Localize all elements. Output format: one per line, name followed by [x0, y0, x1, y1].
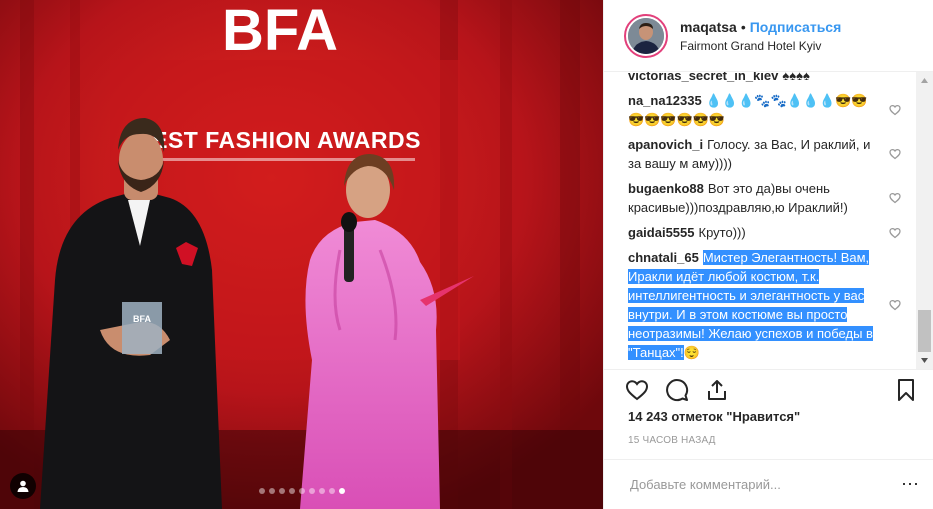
comment-like-heart-icon[interactable]: [889, 227, 901, 239]
comment-item: apanovich_i Голосу. за Вас, И раклий, и з…: [628, 135, 917, 173]
comment-text: ♠♠♠♠: [782, 72, 810, 83]
comment-text: Мистер Элегантность! Вам, Иракли идёт лю…: [628, 250, 873, 360]
post-timestamp[interactable]: 15 ЧАСОВ НАЗАД: [628, 435, 716, 446]
comment-author[interactable]: bugaenko88: [628, 181, 704, 196]
post-actions: [604, 369, 933, 409]
comment-author[interactable]: na_na12335: [628, 93, 702, 108]
comment-item: na_na12335 💧💧💧🐾🐾💧💧💧😎😎😎😎😎😎😎😎: [628, 91, 917, 129]
photo-scene: BFA BEST FASHION AWARDS BFA: [0, 0, 603, 509]
comment-author[interactable]: apanovich_i: [628, 137, 703, 152]
add-comment-bar: ⋯: [604, 459, 933, 509]
post-photo[interactable]: BFA BEST FASHION AWARDS BFA: [0, 0, 603, 509]
header-separator: •: [740, 18, 746, 35]
comment-author[interactable]: chnatali_65: [628, 250, 699, 265]
user-tag-button[interactable]: [10, 473, 36, 499]
more-icon: ⋯: [901, 474, 919, 494]
comment-item: chnatali_65 Мистер Элегантность! Вам, Ира…: [628, 248, 917, 362]
more-options-button[interactable]: ⋯: [900, 474, 920, 494]
comment-author[interactable]: victorias_secret_in_kiev: [628, 72, 778, 83]
comment-like-heart-icon[interactable]: [889, 299, 901, 311]
carousel-dot: [288, 488, 295, 494]
comment-emoji: 😌: [683, 345, 700, 360]
post-header: maqatsa • Подписаться Fairmont Grand Hotel…: [604, 0, 933, 72]
comment-like-heart-icon[interactable]: [889, 104, 901, 116]
post-author-username[interactable]: maqatsa: [680, 19, 737, 35]
heart-icon[interactable]: [625, 378, 649, 402]
instagram-post-modal: BFA BEST FASHION AWARDS BFA maqatsa • По…: [0, 0, 933, 509]
comment-item: bugaenko88 Вот это да)вы очень красивые))…: [628, 179, 917, 217]
comments-scrollbar[interactable]: [916, 72, 933, 369]
avatar-story-ring[interactable]: [624, 13, 668, 58]
comments-list[interactable]: victorias_secret_in_kiev ♠♠♠♠ na_na12335 💧💧…: [604, 72, 917, 369]
banner-subtitle: BEST FASHION AWARDS: [135, 127, 421, 153]
carousel-dot: [338, 488, 345, 494]
carousel-indicator: [0, 488, 603, 494]
carousel-dot: [268, 488, 275, 494]
carousel-dot: [308, 488, 315, 494]
bookmark-icon[interactable]: [894, 378, 918, 402]
follow-button[interactable]: Подписаться: [750, 19, 842, 35]
carousel-dot: [298, 488, 305, 494]
comment-icon[interactable]: [665, 378, 689, 402]
scroll-up-arrow-icon[interactable]: [916, 72, 933, 89]
post-location[interactable]: Fairmont Grand Hotel Kyiv: [680, 39, 841, 53]
avatar: [628, 17, 664, 54]
likes-count[interactable]: 14 243 отметок "Нравится": [628, 409, 800, 424]
carousel-dot: [258, 488, 265, 494]
comment-like-heart-icon[interactable]: [889, 192, 901, 204]
comment-item: gaidai5555 Круто))): [628, 223, 917, 242]
share-icon[interactable]: [705, 378, 729, 402]
trophy-label: BFA: [133, 314, 152, 324]
post-side-panel: maqatsa • Подписаться Fairmont Grand Hotel…: [603, 0, 933, 509]
carousel-dot: [328, 488, 335, 494]
comment-like-heart-icon[interactable]: [889, 148, 901, 160]
comment-input[interactable]: [628, 476, 900, 493]
comment-item: victorias_secret_in_kiev ♠♠♠♠: [628, 72, 917, 85]
comment-author[interactable]: gaidai5555: [628, 225, 695, 240]
scroll-down-arrow-icon[interactable]: [916, 352, 933, 369]
banner-logo: BFA: [222, 0, 338, 63]
scrollbar-thumb[interactable]: [918, 310, 931, 352]
comment-text: Круто))): [698, 225, 746, 240]
carousel-dot: [278, 488, 285, 494]
carousel-dot: [318, 488, 325, 494]
